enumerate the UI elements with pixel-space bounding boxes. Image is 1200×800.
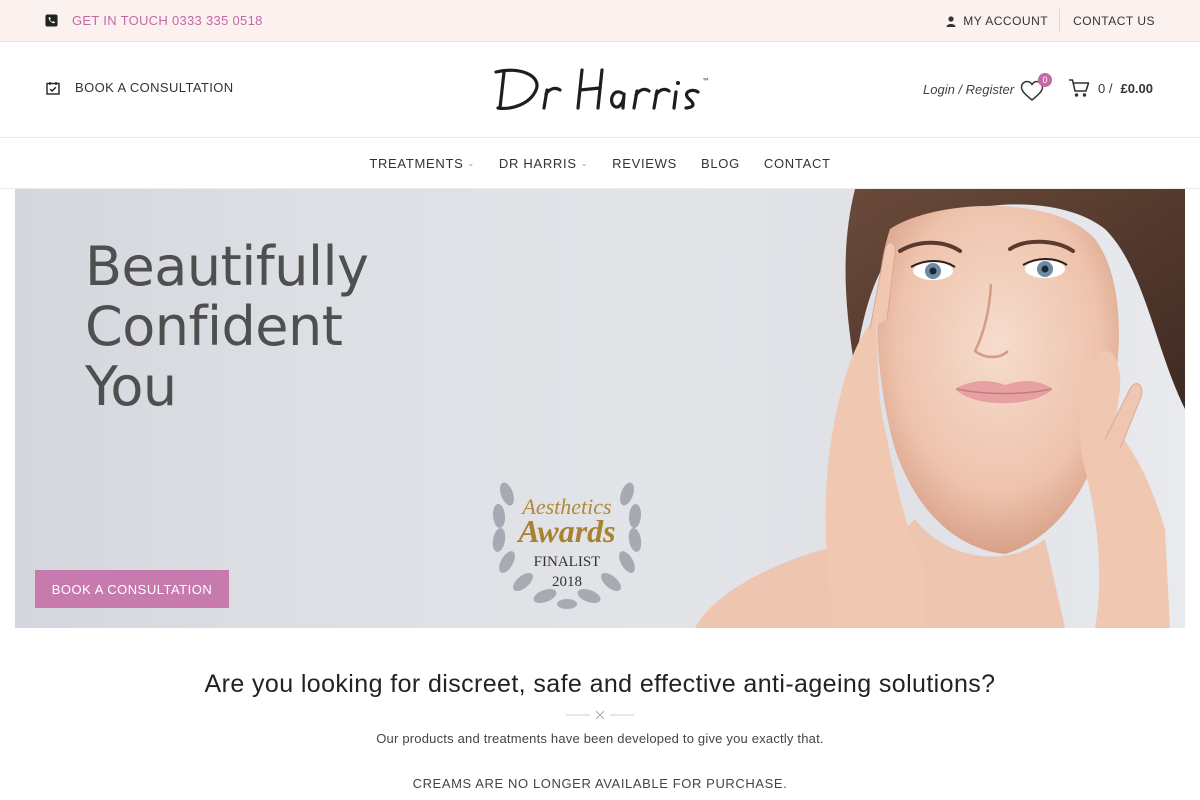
calendar-check-icon — [46, 81, 60, 95]
award-title-line2: Awards — [516, 513, 615, 549]
hero-headline-line: Beautifully — [85, 235, 369, 298]
top-bar: GET IN TOUCH 0333 335 0518 MY ACCOUNT CO… — [0, 0, 1200, 42]
site-logo[interactable]: ™ — [490, 60, 720, 120]
contact-us-link[interactable]: CONTACT US — [1060, 14, 1155, 28]
site-header: BOOK A CONSULTATION ™ Login / Register 0… — [0, 42, 1200, 138]
my-account-link[interactable]: MY ACCOUNT — [946, 9, 1061, 33]
nav-item-treatments[interactable]: TREATMENTS ⌄ — [357, 156, 487, 171]
nav-item-label: DR HARRIS — [498, 155, 577, 171]
close-icon — [595, 710, 605, 720]
hero-headline-line: You — [85, 355, 177, 418]
phone-link[interactable]: GET IN TOUCH 0333 335 0518 — [45, 13, 263, 28]
book-consultation-label: BOOK A CONSULTATION — [75, 80, 234, 95]
award-finalist: FINALIST — [534, 554, 601, 570]
logo-trademark: ™ — [702, 77, 710, 86]
cart-count: 0 / — [1098, 80, 1113, 96]
chevron-down-icon: ⌄ — [467, 158, 475, 168]
nav-item-blog[interactable]: BLOG — [689, 156, 752, 171]
hero-book-consultation-button[interactable]: BOOK A CONSULTATION — [35, 570, 229, 608]
nav-item-label: CONTACT — [763, 155, 831, 171]
hero-model-image — [695, 189, 1185, 628]
cart-total: £0.00 — [1120, 80, 1154, 96]
nav-item-dr-harris[interactable]: DR HARRIS ⌄ — [487, 156, 600, 171]
nav-item-reviews[interactable]: REVIEWS — [600, 156, 689, 171]
hero-banner: Beautifully Confident You Aesthetics Awa… — [15, 189, 1185, 628]
book-consultation-link[interactable]: BOOK A CONSULTATION — [46, 80, 234, 95]
aesthetics-awards-badge: Aesthetics Awards FINALIST 2018 — [492, 482, 642, 609]
wishlist-count-badge: 0 — [1038, 73, 1052, 87]
main-navigation: TREATMENTS ⌄ DR HARRIS ⌄ REVIEWS BLOG CO… — [0, 138, 1200, 189]
nav-item-label: BLOG — [700, 155, 740, 171]
top-links: MY ACCOUNT CONTACT US — [946, 0, 1155, 42]
intro-heading: Are you looking for discreet, safe and e… — [204, 670, 996, 698]
nav-item-contact[interactable]: CONTACT — [752, 156, 843, 171]
phone-text: GET IN TOUCH 0333 335 0518 — [72, 13, 263, 28]
wishlist-button[interactable]: 0 — [1020, 73, 1052, 106]
user-icon — [946, 15, 956, 27]
my-account-label: MY ACCOUNT — [963, 14, 1049, 28]
intro-notice: CREAMS ARE NO LONGER AVAILABLE FOR PURCH… — [412, 776, 788, 791]
cart-icon — [1069, 79, 1090, 97]
nav-item-label: TREATMENTS — [369, 155, 464, 171]
chevron-down-icon: ⌄ — [580, 158, 589, 168]
login-register-link[interactable]: Login / Register — [923, 82, 1014, 97]
intro-text: Our products and treatments have been de… — [376, 731, 824, 746]
cart-button[interactable]: 0 / £0.00 — [1068, 78, 1153, 98]
hero-headline-line: Confident — [85, 295, 343, 358]
hero-headline: Beautifully Confident You — [85, 235, 369, 418]
phone-icon — [45, 14, 58, 27]
nav-item-label: REVIEWS — [612, 155, 677, 171]
section-divider — [566, 710, 634, 720]
award-year: 2018 — [552, 574, 582, 590]
